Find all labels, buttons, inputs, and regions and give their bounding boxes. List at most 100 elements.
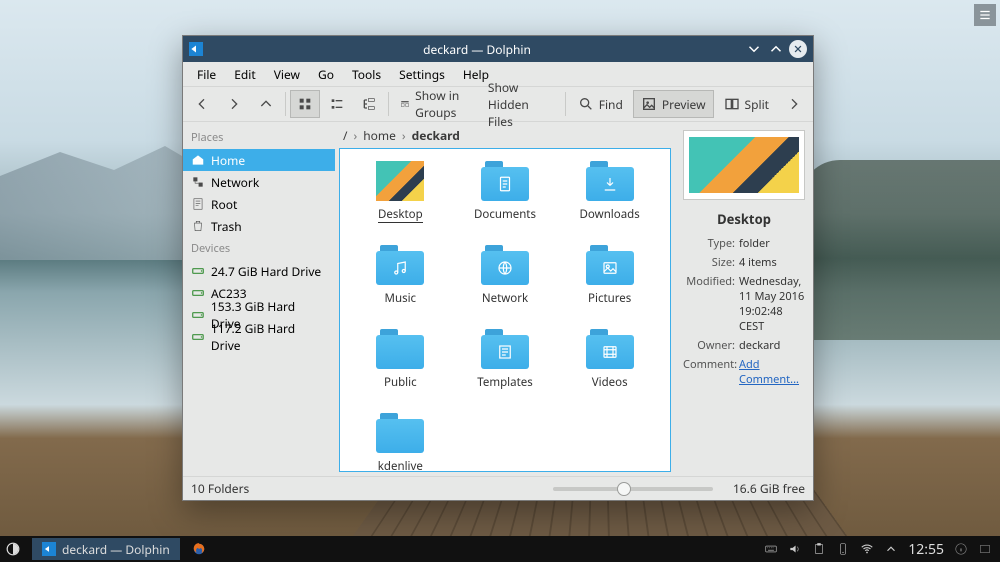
- places-item[interactable]: Home: [183, 149, 335, 171]
- info-type-value: folder: [739, 236, 805, 251]
- folder-item[interactable]: kdenlive: [350, 413, 450, 472]
- folder-icon: [376, 245, 424, 285]
- information-panel: Desktop Type:folder Size:4 items Modifie…: [675, 122, 813, 476]
- chevron-up-icon: [258, 96, 274, 112]
- menu-file[interactable]: File: [189, 63, 224, 86]
- task-dolphin[interactable]: deckard — Dolphin: [32, 538, 180, 560]
- device-icon[interactable]: [836, 542, 850, 556]
- window-title: deckard — Dolphin: [209, 41, 745, 58]
- chevron-up-icon: [767, 40, 785, 58]
- view-icons-button[interactable]: [290, 90, 320, 118]
- preview-button[interactable]: Preview: [633, 90, 714, 118]
- view-details-button[interactable]: [354, 90, 384, 118]
- panel-clock[interactable]: 12:55: [908, 540, 944, 559]
- folder-label: Videos: [592, 375, 628, 390]
- forward-button[interactable]: [219, 90, 249, 118]
- up-button[interactable]: [251, 90, 281, 118]
- application-launcher[interactable]: [0, 536, 26, 562]
- folder-item[interactable]: Music: [350, 245, 450, 329]
- preview-label: Preview: [662, 96, 706, 113]
- chevron-right-icon: ›: [353, 127, 357, 144]
- menu-settings[interactable]: Settings: [391, 63, 453, 86]
- hamburger-icon: [978, 8, 992, 22]
- info-add-comment-link[interactable]: Add Comment...: [739, 357, 805, 387]
- app-icon: [189, 42, 203, 56]
- volume-icon[interactable]: [788, 542, 802, 556]
- split-button[interactable]: Split: [716, 90, 778, 118]
- status-free-space: 16.6 GiB free: [733, 480, 805, 497]
- task-firefox[interactable]: [186, 536, 212, 562]
- folder-item[interactable]: Desktop: [350, 161, 450, 245]
- places-item[interactable]: Root: [183, 193, 335, 215]
- network-wifi-icon[interactable]: [860, 542, 874, 556]
- places-item-label: Root: [211, 196, 237, 213]
- show-groups-button[interactable]: Show in Groups: [392, 90, 478, 118]
- info-comment-label: Comment:: [683, 357, 735, 372]
- show-hidden-button[interactable]: Show Hidden Files: [480, 90, 561, 118]
- trash-icon: [191, 219, 205, 233]
- folder-item[interactable]: Public: [350, 329, 450, 413]
- folder-label: Music: [385, 291, 417, 306]
- info-type-label: Type:: [683, 236, 735, 251]
- menu-edit[interactable]: Edit: [226, 63, 263, 86]
- folder-item[interactable]: Pictures: [560, 245, 660, 329]
- keyboard-icon[interactable]: [764, 542, 778, 556]
- dolphin-window: deckard — Dolphin File Edit View Go Tool…: [182, 35, 814, 501]
- view-compact-button[interactable]: [322, 90, 352, 118]
- screen-edge-menu-button[interactable]: [974, 4, 996, 26]
- menu-view[interactable]: View: [266, 63, 308, 86]
- breadcrumb-root[interactable]: /: [343, 127, 347, 144]
- folder-item[interactable]: Downloads: [560, 161, 660, 245]
- show-desktop-icon[interactable]: [978, 542, 992, 556]
- icon-view[interactable]: Desktop Documents Downloads Music NetworkPic…: [339, 148, 671, 472]
- places-item[interactable]: Network: [183, 171, 335, 193]
- clipboard-icon[interactable]: [812, 542, 826, 556]
- main-view: / › home › deckard Desktop Documents Downl…: [335, 122, 675, 476]
- chevron-right-icon: [786, 96, 802, 112]
- toolbar-separator: [565, 92, 566, 116]
- info-owner-value: deckard: [739, 338, 805, 353]
- menu-go[interactable]: Go: [310, 63, 342, 86]
- back-button[interactable]: [187, 90, 217, 118]
- breadcrumb-current[interactable]: deckard: [412, 127, 460, 144]
- places-item[interactable]: Trash: [183, 215, 335, 237]
- info-owner-label: Owner:: [683, 338, 735, 353]
- network-icon: [191, 175, 205, 189]
- folder-item[interactable]: Network: [455, 245, 555, 329]
- wallpaper-trees: [800, 160, 1000, 340]
- folder-item[interactable]: Templates: [455, 329, 555, 413]
- folder-item[interactable]: Documents: [455, 161, 555, 245]
- devices-item[interactable]: 117.2 GiB Hard Drive: [183, 326, 335, 348]
- find-button[interactable]: Find: [570, 90, 631, 118]
- search-icon: [578, 96, 594, 112]
- system-tray: 12:55: [764, 540, 1000, 559]
- folder-item[interactable]: Videos: [560, 329, 660, 413]
- breadcrumb-home[interactable]: home: [363, 127, 396, 144]
- folder-label: kdenlive: [378, 459, 423, 472]
- dolphin-icon: [42, 542, 56, 556]
- list-tree-icon: [361, 96, 377, 112]
- places-item-label: Network: [211, 174, 259, 191]
- toolbar-overflow-button[interactable]: [779, 90, 809, 118]
- zoom-slider[interactable]: [553, 487, 713, 491]
- maximize-button[interactable]: [767, 40, 785, 58]
- breadcrumb[interactable]: / › home › deckard: [335, 122, 675, 148]
- devices-item[interactable]: 24.7 GiB Hard Drive: [183, 260, 335, 282]
- close-button[interactable]: [789, 40, 807, 58]
- folder-label: Documents: [474, 207, 536, 222]
- plasma-logo-icon: [6, 542, 20, 556]
- menu-tools[interactable]: Tools: [344, 63, 389, 86]
- drive-icon: [191, 330, 205, 344]
- statusbar: 10 Folders 16.6 GiB free: [183, 476, 813, 500]
- toolbar-separator: [285, 92, 286, 116]
- toolbar: Show in Groups Show Hidden Files Find Pr…: [183, 86, 813, 122]
- titlebar[interactable]: deckard — Dolphin: [183, 36, 813, 62]
- tray-expand-icon[interactable]: [884, 542, 898, 556]
- zoom-slider-thumb[interactable]: [617, 482, 631, 496]
- minimize-button[interactable]: [745, 40, 763, 58]
- info-icon[interactable]: [954, 542, 968, 556]
- folder-icon: [586, 245, 634, 285]
- chevron-left-icon: [194, 96, 210, 112]
- groups-icon: [400, 96, 410, 112]
- folder-label: Downloads: [580, 207, 640, 222]
